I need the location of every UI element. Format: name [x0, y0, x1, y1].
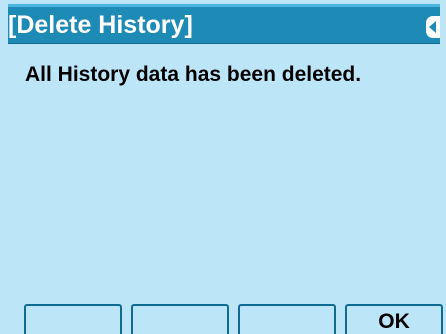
phone-display: [Delete History] All History data has be…	[0, 0, 446, 334]
screen-title: [Delete History]	[8, 11, 193, 39]
softkey-1[interactable]	[24, 304, 122, 334]
softkey-bar: OK	[0, 304, 446, 334]
softkey-3[interactable]	[238, 304, 336, 334]
status-message: All History data has been deleted.	[25, 63, 362, 86]
back-tab[interactable]	[426, 16, 440, 38]
title-bar: [Delete History]	[8, 4, 440, 44]
softkey-2[interactable]	[131, 304, 229, 334]
left-arrow-icon	[429, 21, 436, 33]
ok-softkey[interactable]: OK	[345, 304, 443, 334]
